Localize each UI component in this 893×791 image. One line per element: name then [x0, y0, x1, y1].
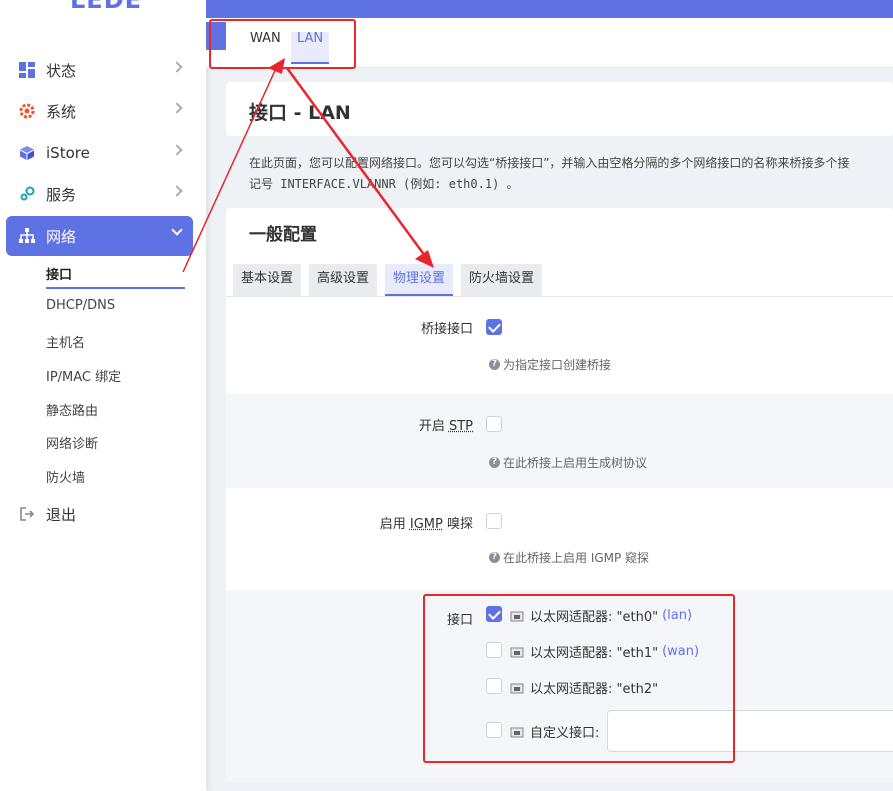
- annotation-arrows: [182, 58, 434, 273]
